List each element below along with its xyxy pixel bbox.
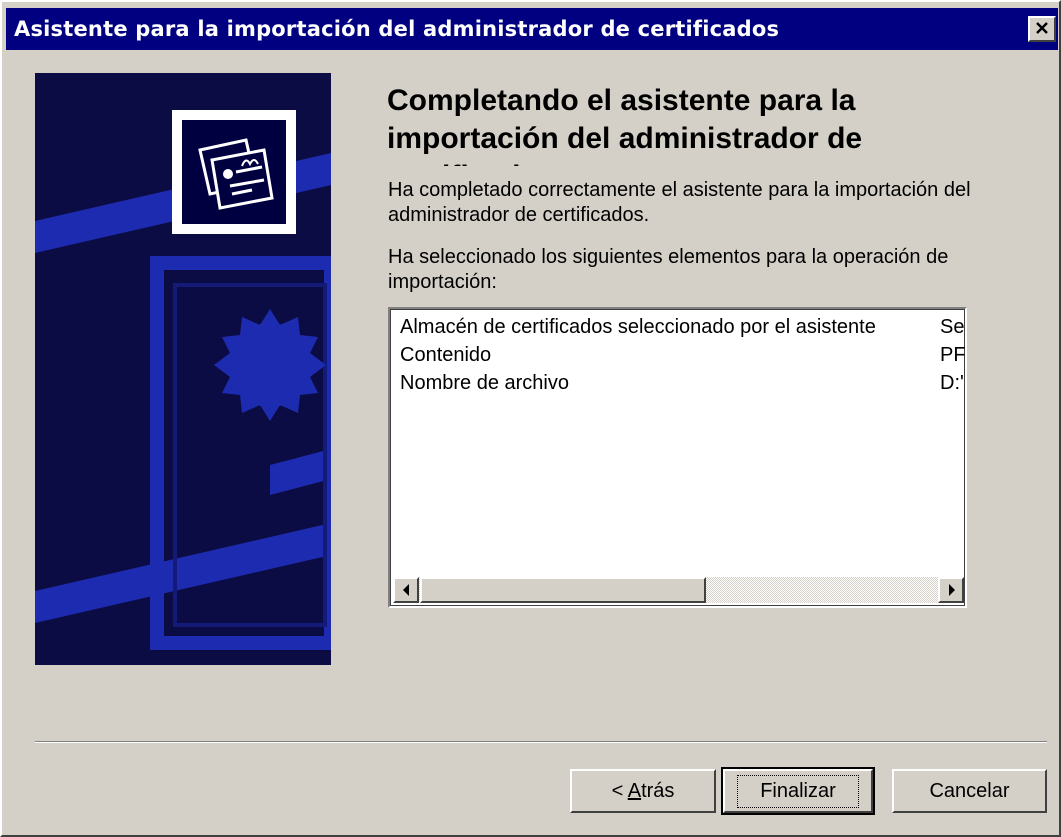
cancel-button-label: Cancelar: [929, 779, 1010, 802]
button-separator: [35, 741, 1047, 743]
finish-button[interactable]: Finalizar: [721, 767, 875, 815]
item-value: Se: [940, 316, 965, 338]
list-item[interactable]: Contenido PF: [400, 341, 965, 369]
scroll-thumb[interactable]: [420, 577, 706, 603]
window-title: Asistente para la importación del admini…: [14, 17, 780, 41]
horizontal-scrollbar[interactable]: [393, 577, 964, 603]
arrow-left-icon: [403, 584, 409, 596]
item-label: Almacén de certificados seleccionado por…: [400, 316, 876, 338]
back-button[interactable]: < Atrás: [570, 769, 716, 813]
item-value: D:': [940, 372, 964, 394]
finish-button-label: Finalizar: [737, 774, 859, 808]
close-button[interactable]: [1028, 16, 1056, 42]
cancel-button[interactable]: Cancelar: [892, 769, 1047, 813]
list-item[interactable]: Almacén de certificados seleccionado por…: [400, 313, 964, 341]
certificate-icon-frame: [172, 110, 296, 234]
scroll-left-button[interactable]: [393, 577, 419, 603]
scroll-right-button[interactable]: [938, 577, 964, 603]
certificate-icon: [182, 120, 286, 224]
back-button-label: < Atrás: [611, 779, 675, 802]
summary-listview[interactable]: Almacén de certificados seleccionado por…: [388, 307, 967, 608]
completion-message: Ha completado correctamente el asistente…: [388, 179, 971, 226]
title-bar[interactable]: Asistente para la importación del admini…: [6, 8, 1058, 50]
item-label: Nombre de archivo: [400, 372, 569, 394]
list-item[interactable]: Nombre de archivo D:': [400, 369, 964, 397]
wizard-heading: Completando el asistente para la importa…: [387, 84, 863, 166]
selection-message: Ha seleccionado los siguientes elementos…: [388, 246, 949, 293]
wizard-side-banner: [35, 73, 331, 665]
arrow-right-icon: [949, 584, 955, 596]
close-icon: [1036, 22, 1048, 34]
item-value: PF: [940, 344, 966, 366]
import-wizard-window: Asistente para la importación del admini…: [0, 0, 1061, 837]
item-label: Contenido: [400, 344, 492, 366]
